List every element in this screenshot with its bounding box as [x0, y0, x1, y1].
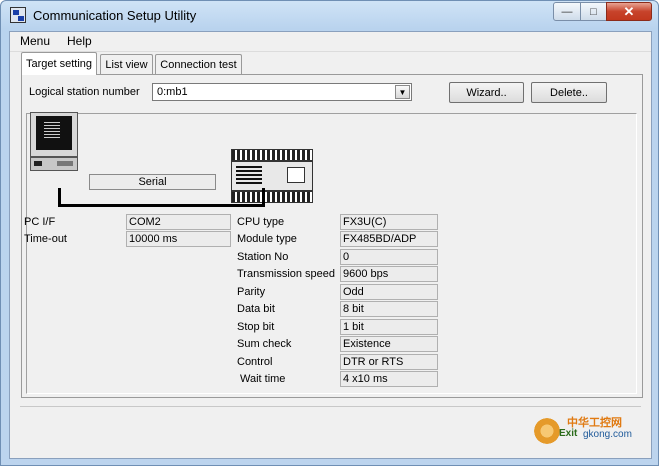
data-bit-label: Data bit [237, 303, 275, 315]
status-divider [20, 406, 641, 407]
module-type-label: Module type [237, 233, 297, 245]
control-value: DTR or RTS [340, 354, 438, 370]
client-area: Menu Help Target setting List view Conne… [9, 31, 652, 459]
tab-connection-test[interactable]: Connection test [155, 54, 242, 74]
gear-icon [532, 416, 562, 446]
transmission-speed-label: Transmission speed [237, 268, 336, 280]
pc-monitor [30, 112, 78, 157]
data-bit-value: 8 bit [340, 301, 438, 317]
delete-button[interactable]: Delete.. [531, 82, 607, 103]
menu-item-menu[interactable]: Menu [20, 34, 50, 48]
plc-terminal-bottom [231, 191, 313, 203]
exit-button[interactable]: Exit [529, 414, 577, 450]
minimize-icon: — [561, 5, 573, 18]
maximize-button[interactable]: □ [580, 2, 607, 21]
wizard-button[interactable]: Wizard.. [449, 82, 524, 103]
tab-target-setting[interactable]: Target setting [21, 52, 97, 75]
title-bar[interactable]: Communication Setup Utility — □ ✕ [1, 1, 658, 31]
timeout-value: 10000 ms [126, 231, 231, 247]
window-title: Communication Setup Utility [33, 8, 197, 23]
tab-list-view[interactable]: List view [100, 54, 153, 74]
sum-check-value: Existence [340, 336, 438, 352]
parity-value: Odd [340, 284, 438, 300]
wait-time-label: Wait time [240, 373, 286, 385]
menu-divider [10, 51, 651, 52]
pc-icon[interactable] [30, 112, 78, 174]
chevron-down-icon[interactable]: ▼ [395, 85, 410, 99]
plc-terminal-top [231, 149, 313, 161]
plc-icon[interactable] [231, 149, 313, 204]
diagram-area: Serial PC I/F COM2 Time-out 10000 ms CPU… [24, 112, 637, 394]
logical-station-select[interactable]: 0:mb1 ▼ [152, 83, 412, 101]
connection-line-plc [262, 188, 265, 207]
connection-line-pc [58, 188, 61, 207]
close-button[interactable]: ✕ [606, 2, 652, 21]
stop-bit-label: Stop bit [237, 321, 275, 333]
menu-bar: Menu Help [10, 32, 651, 50]
station-no-value: 0 [340, 249, 438, 265]
cpu-type-label: CPU type [237, 216, 285, 228]
plc-body [231, 161, 313, 191]
menu-item-help[interactable]: Help [67, 34, 92, 48]
module-type-value: FX485BD/ADP [340, 231, 438, 247]
logical-station-label: Logical station number [29, 86, 140, 98]
station-no-label: Station No [237, 251, 289, 263]
logical-station-value: 0:mb1 [157, 86, 188, 98]
parity-label: Parity [237, 286, 266, 298]
minimize-button[interactable]: — [553, 2, 581, 21]
cpu-type-value: FX3U(C) [340, 214, 438, 230]
app-icon [10, 7, 26, 23]
pc-if-label: PC I/F [24, 216, 56, 228]
maximize-icon: □ [590, 5, 597, 18]
wait-time-value: 4 x10 ms [340, 371, 438, 387]
watermark-text: 中华工控网 [567, 417, 622, 429]
pc-if-value: COM2 [126, 214, 231, 230]
connection-line [58, 204, 265, 207]
close-icon: ✕ [623, 3, 635, 19]
serial-link-label: Serial [89, 174, 216, 190]
watermark-url: gkong.com [583, 429, 632, 440]
sum-check-label: Sum check [237, 338, 292, 350]
pc-base [30, 157, 78, 171]
timeout-label: Time-out [24, 233, 67, 245]
transmission-speed-value: 9600 bps [340, 266, 438, 282]
stop-bit-value: 1 bit [340, 319, 438, 335]
app-window: Communication Setup Utility — □ ✕ Menu H… [0, 0, 659, 466]
target-setting-panel: Logical station number 0:mb1 ▼ Wizard.. … [21, 74, 643, 398]
pc-screen [36, 116, 72, 150]
control-label: Control [237, 356, 273, 368]
